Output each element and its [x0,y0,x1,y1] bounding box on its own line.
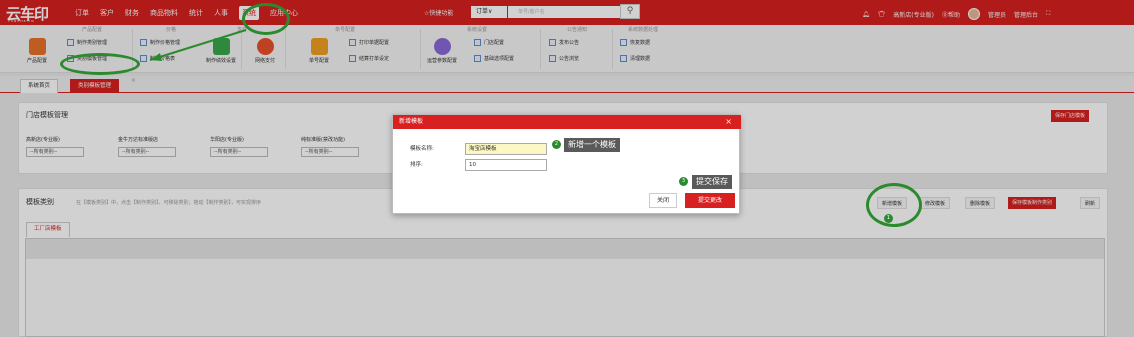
app-root: 云车印 YUNCHEYIN 订单 客户 财务 商品物料 统计 人事 系统 应用中… [0,0,1134,337]
step-badge-2: 2 [552,140,561,149]
annotation-arrowhead [150,53,162,61]
annotation-arrow [149,29,247,61]
step-badge-1: 1 [884,214,893,223]
highlight-category-template [60,53,140,75]
highlight-add-template [866,183,922,227]
step-badge-3: 3 [679,177,688,186]
callout-submit-save: 提交保存 [692,175,732,189]
callout-add-template: 新增一个模板 [564,138,620,152]
highlight-system-nav [242,3,290,35]
annotation-layer [149,29,247,61]
